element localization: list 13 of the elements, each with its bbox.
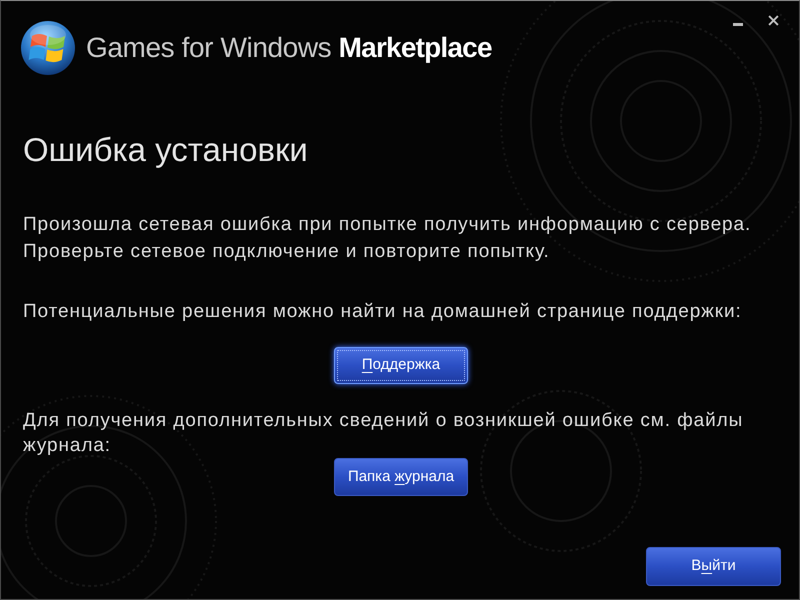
log-files-hint-text: Для получения дополнительных сведений о возникшей ошибке см. файлы журнала: xyxy=(23,409,744,458)
close-button[interactable] xyxy=(768,15,779,26)
support-button[interactable]: Поддержка xyxy=(334,347,468,384)
support-hint-text: Потенциальные решения можно найти на домашней странице поддержки: xyxy=(23,300,742,324)
error-message-text: Произошла сетевая ошибка при попытке получить информацию с сервера. xyxy=(23,213,752,237)
close-icon xyxy=(768,15,779,26)
exit-button[interactable]: Выйти xyxy=(646,547,781,586)
app-title: Games for Windows Marketplace xyxy=(86,31,492,65)
minimize-icon xyxy=(733,23,743,26)
log-folder-button[interactable]: Папка журнала xyxy=(334,458,468,496)
error-heading: Ошибка установки xyxy=(23,130,308,170)
error-message-text: Проверьте сетевое подключение и повторите попытку. xyxy=(23,240,550,264)
windows-orb-logo-icon xyxy=(20,20,76,76)
